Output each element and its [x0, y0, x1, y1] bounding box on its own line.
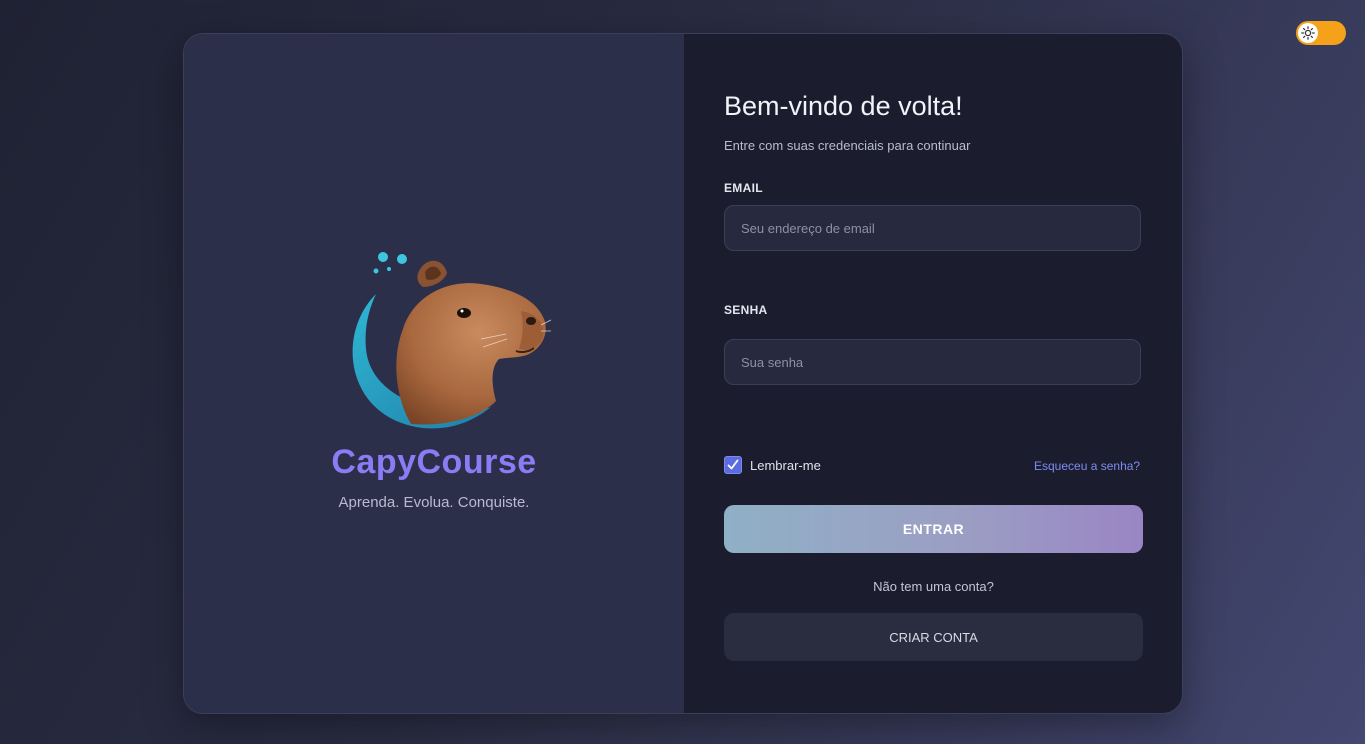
page-subtitle: Entre com suas credenciais para continua…: [724, 138, 971, 153]
email-field[interactable]: [724, 205, 1141, 251]
create-account-button[interactable]: CRIAR CONTA: [724, 613, 1143, 661]
theme-toggle-knob: [1298, 23, 1318, 43]
brand-panel: CapyCourse Aprenda. Evolua. Conquiste.: [184, 34, 684, 713]
password-field[interactable]: [724, 339, 1141, 385]
no-account-text: Não tem uma conta?: [873, 579, 994, 594]
login-button[interactable]: ENTRAR: [724, 505, 1143, 553]
remember-me-control[interactable]: Lembrar-me: [724, 456, 821, 474]
checkmark-icon: [727, 459, 739, 470]
remember-me-label: Lembrar-me: [750, 457, 821, 473]
login-card: CapyCourse Aprenda. Evolua. Conquiste. B…: [183, 33, 1183, 714]
capybara-logo: [352, 252, 551, 429]
sun-icon: [1301, 26, 1315, 40]
brand-name: CapyCourse: [331, 443, 537, 481]
password-label: SENHA: [724, 303, 768, 317]
email-label: EMAIL: [724, 181, 763, 195]
theme-toggle[interactable]: [1296, 21, 1346, 45]
login-form-panel: Bem-vindo de volta! Entre com suas crede…: [684, 34, 1182, 713]
forgot-password-link[interactable]: Esqueceu a senha?: [1034, 459, 1140, 473]
brand-tagline: Aprenda. Evolua. Conquiste.: [338, 494, 530, 511]
remember-me-checkbox[interactable]: [724, 456, 742, 474]
page-title: Bem-vindo de volta!: [724, 91, 963, 121]
